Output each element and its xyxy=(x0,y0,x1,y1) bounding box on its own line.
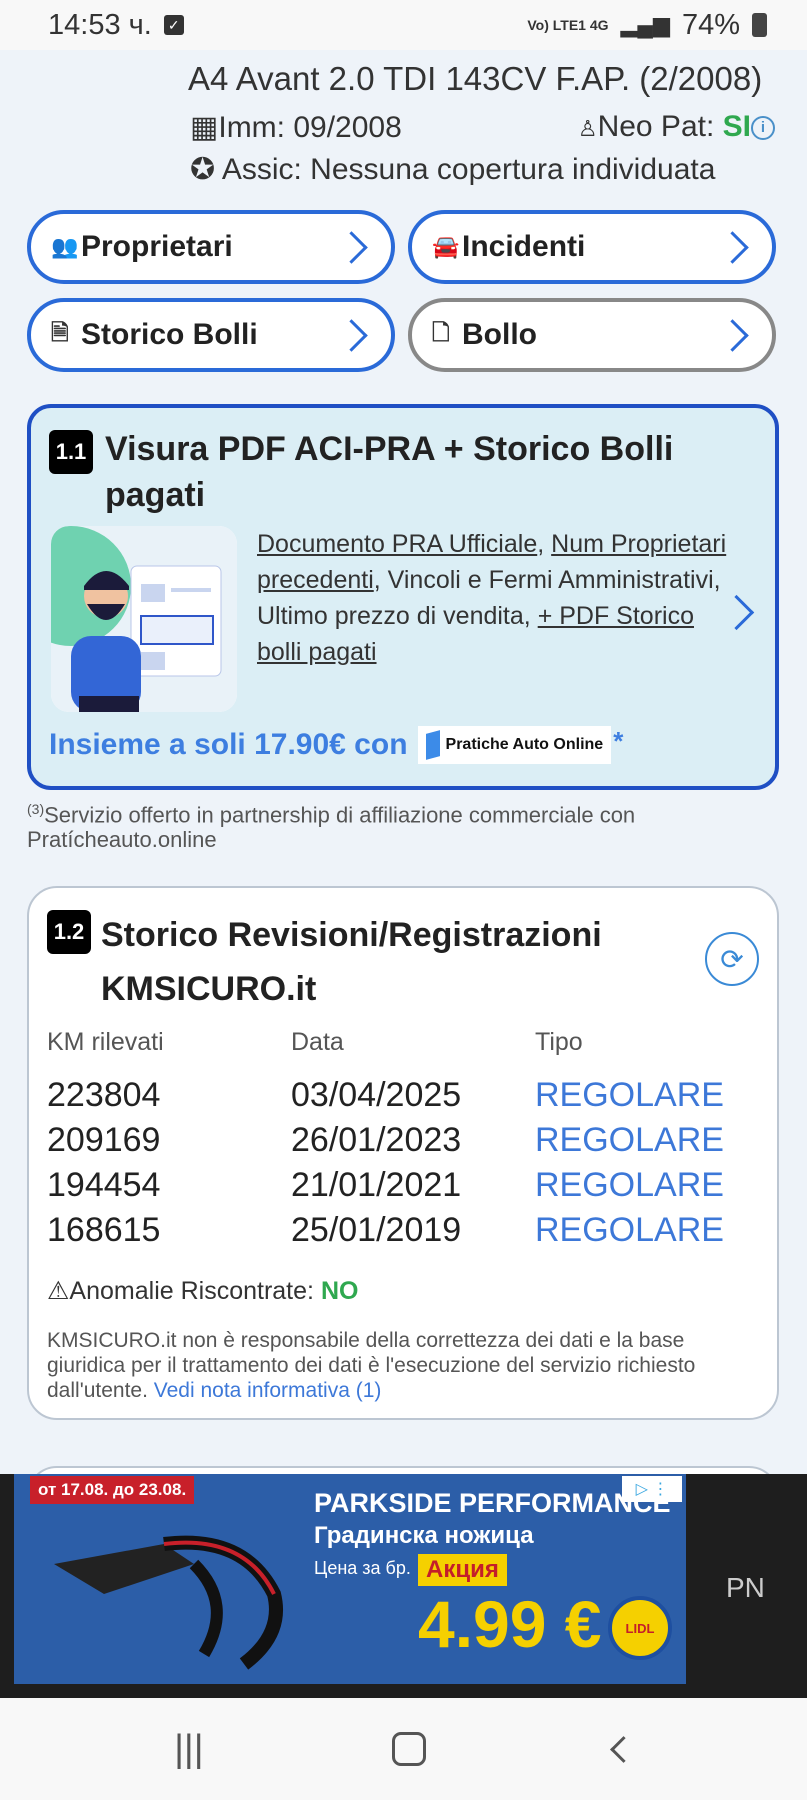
network-indicator: Vo) LTE1 4G xyxy=(527,17,609,33)
file-icon: 🗋 xyxy=(432,320,450,345)
note-sup: (3) xyxy=(27,801,45,817)
anomalie-row: ⚠Anomalie Riscontrate: NO xyxy=(47,1276,358,1306)
check-icon: ✓ xyxy=(163,15,184,35)
type-value: REGOLARE xyxy=(535,1166,724,1204)
chevron-right-icon xyxy=(335,230,368,264)
visura-description: Documento PRA Ufficiale, Num Proprietari… xyxy=(257,526,727,670)
chevron-right-icon xyxy=(716,318,749,352)
award-icon: ✪ xyxy=(190,153,216,186)
status-bar: 14:53 ч. ✓ Vo) LTE1 4G ▂▄▆ 74% xyxy=(0,0,807,50)
ad-product: Градинска ножица xyxy=(314,1522,534,1549)
footnote-star: * xyxy=(613,726,624,756)
chevron-right-icon xyxy=(335,318,368,352)
ad-price: 4.99 € xyxy=(418,1587,602,1661)
neopat-value: SI xyxy=(722,110,751,143)
refresh-icon[interactable]: ⟳ xyxy=(705,932,759,986)
table-header: KM rilevati Data Tipo xyxy=(47,1028,747,1057)
pratiche-auto-logo: Pratiche Auto Online xyxy=(417,726,612,764)
incidenti-label: Incidenti xyxy=(462,230,586,263)
lidl-logo: LIDL xyxy=(608,1596,672,1660)
date-value: 21/01/2021 xyxy=(291,1166,462,1204)
pruner-image xyxy=(54,1535,283,1670)
revisioni-card: 1.2 Storico Revisioni/Registrazioni KMSI… xyxy=(27,886,779,1420)
chevron-right-icon xyxy=(716,230,749,264)
note-text: Servizio offerto in partnership di affil… xyxy=(27,802,636,853)
table-row: 194454 21/01/2021 REGOLARE xyxy=(47,1163,747,1208)
incidenti-button[interactable]: 🚘 Incidenti xyxy=(408,210,776,284)
header-tipo: Tipo xyxy=(535,1028,583,1056)
date-value: 25/01/2019 xyxy=(291,1211,462,1249)
nota-informativa-link[interactable]: Vedi nota informativa (1) xyxy=(154,1379,382,1402)
ad-banner[interactable]: от 17.08. до 23.08. PARKSIDE PERFORMANCE… xyxy=(0,1474,807,1698)
date-value: 26/01/2023 xyxy=(291,1121,462,1159)
km-value: 209169 xyxy=(47,1121,161,1159)
visura-title: Visura PDF ACI-PRA + Storico Bolli pagat… xyxy=(105,430,674,514)
calendar-icon: ▦ xyxy=(190,111,219,144)
table-row: 223804 03/04/2025 REGOLARE xyxy=(47,1073,747,1118)
revisioni-table: KM rilevati Data Tipo 223804 03/04/2025 … xyxy=(47,1028,747,1253)
table-row: 168615 25/01/2019 REGOLARE xyxy=(47,1208,747,1253)
bollo-button[interactable]: 🗋 Bollo xyxy=(408,298,776,372)
home-icon[interactable] xyxy=(391,1732,426,1766)
header-data: Data xyxy=(291,1028,344,1056)
adchoices-icon[interactable]: ▷ ⋮ xyxy=(622,1476,682,1502)
kmsicuro-disclaimer: KMSICURO.it non è responsabile della cor… xyxy=(47,1328,757,1403)
document-icon: 🗎 xyxy=(51,320,69,345)
type-value: REGOLARE xyxy=(535,1211,724,1249)
section-number-badge: 1.1 xyxy=(49,430,93,474)
partner-name: Pratiche Auto Online xyxy=(445,736,604,753)
vehicle-title: A4 Avant 2.0 TDI 143CV F.AP. (2/2008) xyxy=(188,60,763,97)
promo-text: Insieme a soli 17.90€ con xyxy=(49,728,408,761)
date-value: 03/04/2025 xyxy=(291,1076,462,1114)
back-icon[interactable] xyxy=(610,1735,637,1763)
storico-bolli-label: Storico Bolli xyxy=(81,318,258,351)
car-icon: 🚘 xyxy=(432,234,460,259)
neopat-label: Neo Pat: xyxy=(597,110,715,143)
ad-headline: PARKSIDE PERFORMANCE xyxy=(314,1488,671,1518)
section-number-badge: 1.2 xyxy=(47,910,91,954)
warning-icon: ⚠ xyxy=(47,1277,70,1305)
visura-card[interactable]: 1.1 Visura PDF ACI-PRA + Storico Bolli p… xyxy=(27,404,779,790)
km-value: 223804 xyxy=(47,1076,161,1114)
km-value: 194454 xyxy=(47,1166,161,1204)
revisioni-title: Storico Revisioni/Registrazioni KMSICURO… xyxy=(101,916,602,1008)
ad-creative[interactable]: от 17.08. до 23.08. PARKSIDE PERFORMANCE… xyxy=(14,1474,686,1684)
type-value: REGOLARE xyxy=(535,1121,724,1159)
link-documento-pra[interactable]: Documento PRA Ufficiale xyxy=(257,530,537,558)
anomalie-label: Anomalie Riscontrate: xyxy=(69,1277,314,1305)
user-icon: ♙ xyxy=(577,116,598,141)
visura-promo: Insieme a soli 17.90€ con Pratiche Auto … xyxy=(49,726,623,764)
info-icon[interactable]: i xyxy=(751,116,775,141)
ad-price-label: Цена за бр. xyxy=(314,1558,411,1578)
partnership-note: (3)Servizio offerto in partnership di af… xyxy=(27,797,747,852)
registration-date: Imm: 09/2008 xyxy=(218,111,402,144)
proprietari-button[interactable]: 👥 Proprietari xyxy=(27,210,395,284)
signal-icon: ▂▄▆ xyxy=(620,12,670,37)
km-value: 168615 xyxy=(47,1211,161,1249)
status-time: 14:53 ч. xyxy=(48,8,152,41)
header-km: KM rilevati xyxy=(47,1028,164,1056)
bollo-label: Bollo xyxy=(462,318,537,351)
type-value: REGOLARE xyxy=(535,1076,724,1114)
battery-percent: 74% xyxy=(681,8,740,41)
ad-date: от 17.08. до 23.08. xyxy=(30,1476,195,1504)
table-row: 209169 26/01/2023 REGOLARE xyxy=(47,1118,747,1163)
desc-separator: , xyxy=(537,530,552,558)
proprietari-label: Proprietari xyxy=(81,230,233,263)
visura-illustration xyxy=(51,526,237,712)
users-icon: 👥 xyxy=(51,234,79,259)
recents-icon[interactable]: ||| xyxy=(174,1728,204,1771)
battery-icon xyxy=(752,13,767,37)
ad-side-text: PN xyxy=(726,1572,765,1603)
ad-promo-badge: Акция xyxy=(418,1554,507,1586)
system-nav-bar: ||| xyxy=(0,1698,807,1800)
insurance-status: Assic: Nessuna copertura individuata xyxy=(221,153,716,186)
storico-bolli-button[interactable]: 🗎 Storico Bolli xyxy=(27,298,395,372)
anomalie-value: NO xyxy=(320,1277,359,1305)
